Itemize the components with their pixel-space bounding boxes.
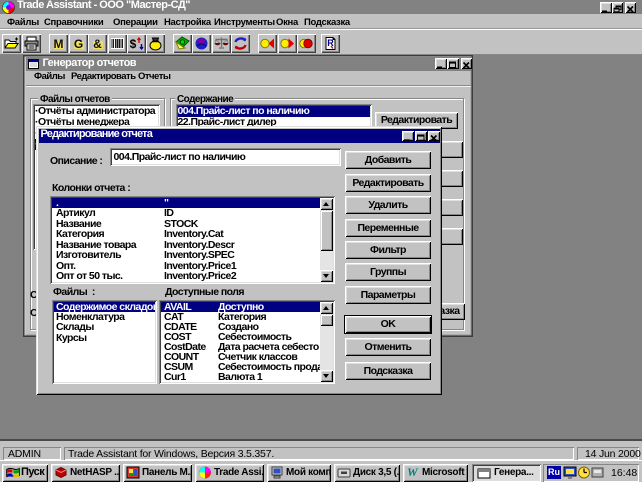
svg-text:$: $ xyxy=(130,37,137,51)
svg-text:&: & xyxy=(93,37,102,51)
svg-text:G: G xyxy=(73,37,82,51)
svg-text:M: M xyxy=(54,37,64,51)
